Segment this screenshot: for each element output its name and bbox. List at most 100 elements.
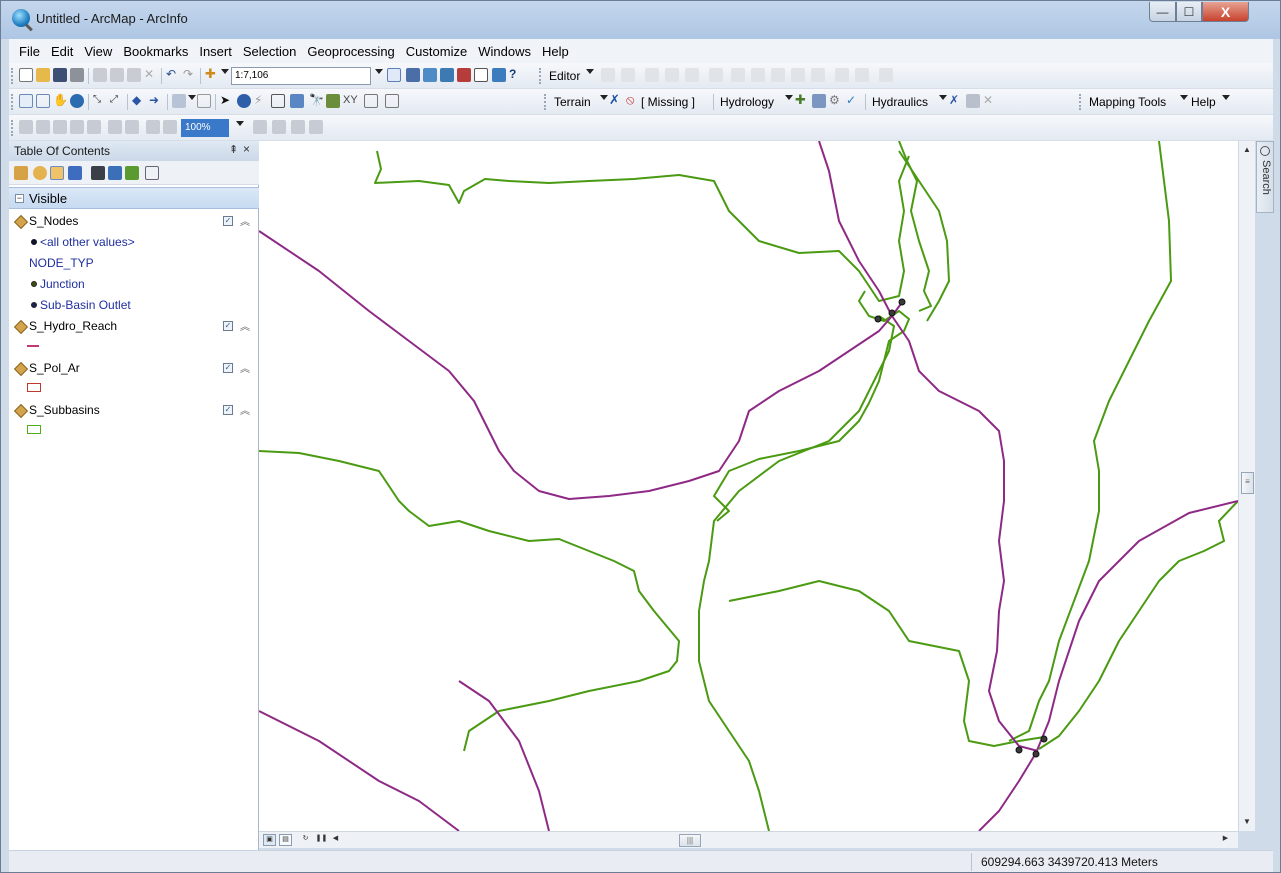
edit-tool-icon[interactable] — [601, 68, 615, 82]
auto-hide-pin-icon[interactable]: ⇞ — [229, 143, 238, 156]
menu-customize[interactable]: Customize — [406, 44, 467, 59]
layout-pan-icon[interactable] — [53, 120, 67, 134]
map-vertical-scrollbar[interactable]: ▲ ≡ ▼ — [1238, 141, 1255, 831]
trace-icon[interactable] — [685, 68, 699, 82]
close-button[interactable]: X — [1202, 2, 1249, 22]
horizontal-scroll-thumb[interactable]: ||| — [679, 834, 701, 847]
editor-dropdown-icon[interactable] — [586, 69, 594, 74]
layer-s-pol-ar[interactable]: S_Pol_Ar ✓ ︽ — [9, 358, 259, 378]
toolbar-grip[interactable] — [11, 68, 14, 84]
layer-s-subbasins[interactable]: S_Subbasins ✓ ︽ — [9, 400, 259, 420]
search-window-icon[interactable] — [440, 68, 454, 82]
subbasin-outlet-node[interactable] — [1040, 735, 1048, 743]
cross-section-icon[interactable]: ✕ — [983, 94, 997, 108]
hyperlink-icon[interactable]: ⚡ — [254, 94, 268, 108]
menu-help[interactable]: Help — [542, 44, 569, 59]
time-slider-icon[interactable] — [364, 94, 378, 108]
cut-icon[interactable] — [93, 68, 107, 82]
flow-trace-icon[interactable]: ✓ — [846, 94, 860, 108]
maximize-button[interactable]: ☐ — [1176, 2, 1202, 22]
catalog-icon[interactable] — [423, 68, 437, 82]
edit-vertices-icon[interactable] — [731, 68, 745, 82]
create-viewer-icon[interactable] — [385, 94, 399, 108]
map-canvas[interactable] — [259, 141, 1238, 831]
layout-zoom-in-icon[interactable] — [19, 120, 33, 134]
add-data-dropdown-icon[interactable] — [221, 69, 229, 74]
hydrology-toc-icon[interactable] — [108, 166, 122, 180]
copy-icon[interactable] — [110, 68, 124, 82]
scroll-right-icon[interactable]: ▶ — [1219, 834, 1232, 846]
select-features-icon[interactable] — [172, 94, 186, 108]
collapse-layer-icon[interactable]: ︽ — [240, 402, 250, 417]
menu-file[interactable]: File — [19, 44, 40, 59]
junction-node[interactable] — [888, 309, 896, 317]
add-data-icon[interactable]: ✚ — [205, 67, 219, 82]
layer-s-hydro-reach[interactable]: S_Hydro_Reach ✓ ︽ — [9, 316, 259, 336]
layout-zoom-out-icon[interactable] — [36, 120, 50, 134]
new-document-icon[interactable] — [19, 68, 33, 82]
hec-geohms-tool-icon[interactable]: ✗ — [609, 93, 623, 108]
create-features-icon[interactable] — [879, 68, 893, 82]
full-extent-icon[interactable] — [70, 94, 84, 108]
scroll-left-icon[interactable]: ◀ — [329, 834, 342, 846]
hydrology-menu[interactable]: Hydrology — [720, 95, 774, 109]
next-extent-icon[interactable] — [163, 120, 177, 134]
straight-segment-icon[interactable] — [645, 68, 659, 82]
arctoolbox-icon[interactable] — [457, 68, 471, 82]
scroll-down-icon[interactable]: ▼ — [1243, 817, 1251, 826]
zoom-out-icon[interactable] — [36, 94, 50, 108]
terrain-menu[interactable]: Terrain — [554, 95, 591, 109]
scale-dropdown-icon[interactable] — [375, 69, 383, 74]
forward-extent-icon[interactable]: ➜ — [149, 94, 163, 108]
missing-layer-icon[interactable]: ⦸ — [626, 93, 640, 108]
back-extent-icon[interactable]: ◆ — [132, 94, 146, 108]
help-tools-menu[interactable]: Help — [1191, 95, 1216, 109]
search-side-tab[interactable]: Search — [1256, 141, 1274, 213]
find-icon[interactable]: 🔭 — [309, 94, 324, 108]
junction-node[interactable] — [1032, 750, 1040, 758]
subbasin-outlet-node[interactable] — [898, 298, 906, 306]
vertical-scroll-thumb[interactable]: ≡ — [1241, 472, 1254, 494]
edit-annotation-icon[interactable] — [621, 68, 635, 82]
layer-visibility-checkbox[interactable]: ✓ — [223, 405, 233, 415]
zoom-whole-page-icon[interactable] — [70, 120, 84, 134]
hydraulics-tool-icon[interactable]: ✗ — [949, 94, 963, 108]
list-by-visibility-icon[interactable] — [50, 166, 64, 180]
collapse-layer-icon[interactable]: ︽ — [240, 360, 250, 375]
select-elements-icon[interactable]: ➤ — [220, 94, 234, 108]
collapse-icon[interactable]: − — [15, 194, 24, 203]
point-icon[interactable] — [709, 68, 723, 82]
split-icon[interactable] — [791, 68, 805, 82]
menu-view[interactable]: View — [84, 44, 112, 59]
subbasin-merge-icon[interactable] — [812, 94, 826, 108]
paste-icon[interactable] — [127, 68, 141, 82]
save-icon[interactable] — [53, 68, 67, 82]
delete-icon[interactable]: ✕ — [144, 68, 158, 82]
menu-insert[interactable]: Insert — [199, 44, 232, 59]
mapping-tools-menu[interactable]: Mapping Tools — [1089, 95, 1166, 109]
print-icon[interactable] — [70, 68, 84, 82]
missing-layer-label[interactable]: [ Missing ] — [641, 95, 695, 109]
layer-visibility-checkbox[interactable]: ✓ — [223, 321, 233, 331]
cut-polygons-icon[interactable] — [771, 68, 785, 82]
toc-options-icon[interactable] — [145, 166, 159, 180]
batch-point-icon[interactable]: ⚙ — [829, 94, 843, 108]
menu-geoprocessing[interactable]: Geoprocessing — [307, 44, 394, 59]
fixed-zoom-out-icon[interactable]: ⤢ — [110, 94, 124, 108]
measure-icon[interactable] — [290, 94, 304, 108]
zoom-in-icon[interactable] — [19, 94, 33, 108]
table-of-contents-icon[interactable] — [406, 68, 420, 82]
identify-icon[interactable] — [237, 94, 251, 108]
refresh-icon[interactable]: ↻ — [299, 834, 312, 846]
map-display[interactable] — [259, 141, 1238, 831]
junction-node[interactable] — [1015, 746, 1023, 754]
menu-edit[interactable]: Edit — [51, 44, 73, 59]
map-horizontal-scrollbar[interactable]: ▣ ▤ ↻ ❚❚ ◀ ||| ▶ — [259, 831, 1238, 848]
toc-close-icon[interactable]: × — [243, 142, 250, 156]
pause-drawing-icon[interactable]: ❚❚ — [315, 834, 328, 846]
junction-node[interactable] — [874, 315, 882, 323]
list-by-selection-icon[interactable] — [68, 166, 82, 180]
editor-toolbar-icon[interactable] — [387, 68, 401, 82]
editor-menu[interactable]: Editor — [549, 69, 580, 83]
collapse-layer-icon[interactable]: ︽ — [240, 213, 250, 228]
